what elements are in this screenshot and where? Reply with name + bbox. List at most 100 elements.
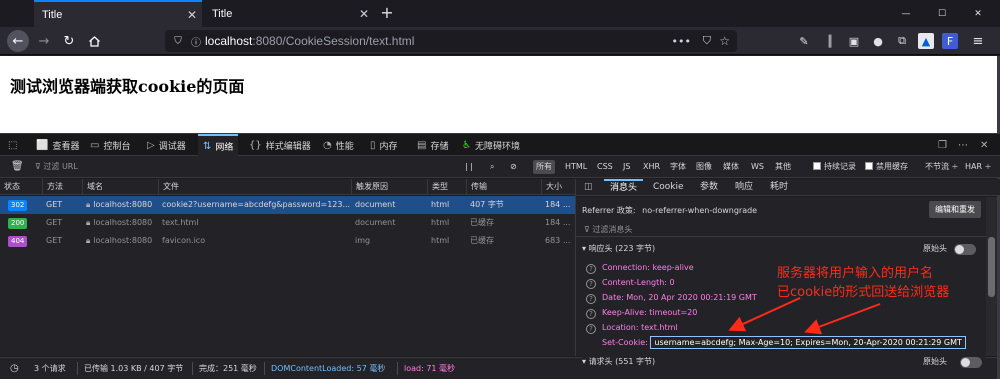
table-row[interactable]: 302 GET 🔒︎ localhost:8080 cookie2?usernam… xyxy=(0,196,575,214)
request-domain: 🔒︎ localhost:8080 xyxy=(86,200,153,209)
tab-memory[interactable]: ▯ 内存 xyxy=(370,134,398,156)
inspector-pick-icon[interactable]: ⬚ xyxy=(8,134,21,156)
tab-performance[interactable]: ◔ 性能 xyxy=(323,134,354,156)
filter-ws[interactable]: WS xyxy=(748,160,767,174)
devtools-close-icon[interactable]: ✕ xyxy=(980,134,992,156)
filter-images[interactable]: 图像 xyxy=(693,160,715,174)
request-domain: 🔒︎ localhost:8080 xyxy=(86,218,153,227)
devtools-menu-icon[interactable]: ⋯ xyxy=(958,134,972,156)
raw-headers-toggle[interactable] xyxy=(954,244,976,255)
lock-icon: 🔒︎ xyxy=(86,236,91,245)
home-icon[interactable] xyxy=(83,30,105,52)
url-bar[interactable]: ⛉ ⓘ localhost:8080/CookieSession/text.ht… xyxy=(165,30,737,52)
tools-icon[interactable]: ✎ xyxy=(796,33,812,49)
scrollbar-thumb[interactable] xyxy=(988,237,995,297)
request-method: GET xyxy=(46,200,63,209)
table-row[interactable]: 200 GET 🔒︎ localhost:8080 text.html docum… xyxy=(0,214,575,232)
request-headers-section[interactable]: ▾ 请求头 (551 字节) 原始头 xyxy=(582,355,986,369)
filter-media[interactable]: 媒体 xyxy=(720,160,742,174)
annotation-line-1: 服务器将用户输入的用户名 xyxy=(777,266,934,281)
dock-icon[interactable]: ❐ xyxy=(938,134,951,156)
reload-icon[interactable]: ↻ xyxy=(58,30,80,52)
tab-timings[interactable]: 耗时 xyxy=(770,179,788,195)
disable-cache-checkbox[interactable]: 禁用缓存 xyxy=(862,160,911,174)
col-cause[interactable]: 触发原因 xyxy=(351,179,427,195)
col-type[interactable]: 类型 xyxy=(427,179,466,195)
filter-css[interactable]: CSS xyxy=(594,160,616,174)
trash-icon[interactable]: 🗑 xyxy=(8,160,27,174)
details-scrollbar[interactable] xyxy=(986,197,997,356)
col-status[interactable]: 状态 xyxy=(0,179,42,195)
throttling-select[interactable]: 不节流 ÷ xyxy=(922,160,961,174)
close-tab-icon[interactable]: ✕ xyxy=(354,7,374,21)
filter-html[interactable]: HTML xyxy=(562,160,590,174)
col-transferred[interactable]: 传输 xyxy=(466,179,541,195)
storage-icon: ▤ xyxy=(417,139,427,151)
bookmark-star-icon[interactable]: ☆ xyxy=(719,34,730,48)
shield-icon[interactable]: ⛉ xyxy=(169,36,187,47)
tab-style-editor[interactable]: {} 样式编辑器 xyxy=(249,134,311,156)
status-badge: 200 xyxy=(8,218,28,229)
tab-debugger[interactable]: ▷ 调试器 xyxy=(147,134,186,156)
filter-url-input[interactable]: ⊽ 过滤 URL xyxy=(32,160,81,174)
tab-network[interactable]: ⇅ 网络 xyxy=(198,134,239,156)
tab-title: Title xyxy=(212,7,233,20)
tab-headers[interactable]: 消息头 xyxy=(604,179,644,195)
col-size[interactable]: 大小 xyxy=(541,179,575,195)
har-menu[interactable]: HAR ÷ xyxy=(962,160,994,174)
browser-tab-2[interactable]: Title ✕ xyxy=(204,0,374,27)
filter-all[interactable]: 所有 xyxy=(533,160,555,174)
request-size: 184 ... xyxy=(545,218,571,227)
tab-response[interactable]: 响应 xyxy=(735,179,753,195)
network-icon: ⇅ xyxy=(203,140,212,152)
header-row[interactable]: ? Keep-Alive: timeout=20 xyxy=(576,305,986,320)
filter-headers-input[interactable]: ⊽ 过滤消息头 xyxy=(576,222,986,237)
new-tab-icon[interactable]: + xyxy=(377,3,397,22)
extension-f-icon[interactable]: F xyxy=(942,33,958,49)
more-actions-icon[interactable]: ••• xyxy=(672,35,691,48)
tab-params[interactable]: 参数 xyxy=(700,179,718,195)
col-domain[interactable]: 域名 xyxy=(82,179,158,195)
block-icon[interactable]: ⊘ xyxy=(507,160,520,174)
request-size: 683 ... xyxy=(545,236,571,245)
search-icon[interactable]: ⌕ xyxy=(487,160,497,174)
extension-icon[interactable]: ⧉ xyxy=(894,33,910,49)
header-row[interactable]: ? Location: text.html xyxy=(576,320,986,335)
tab-inspector[interactable]: ⬜ 查看器 xyxy=(36,134,79,156)
set-cookie-row[interactable]: Set-Cookie: username=abcdefg; Max-Age=10… xyxy=(576,335,986,350)
extension-blue-icon[interactable]: ▲ xyxy=(918,33,934,49)
filter-js[interactable]: JS xyxy=(620,160,633,174)
browser-tab-1[interactable]: Title ✕ xyxy=(34,0,202,27)
help-icon: ? xyxy=(586,264,596,274)
info-icon[interactable]: ⓘ xyxy=(187,34,205,49)
menu-icon[interactable]: ≡ xyxy=(970,33,986,49)
persist-log-checkbox[interactable]: 持续记录 xyxy=(810,160,859,174)
filter-xhr[interactable]: XHR xyxy=(640,160,663,174)
library-icon[interactable]: ║ xyxy=(822,33,838,49)
tab-accessibility[interactable]: ♿ 无障碍环境 xyxy=(462,134,520,156)
pause-button[interactable]: | | xyxy=(462,160,476,174)
sidebar-toggle-icon[interactable]: ◫ xyxy=(584,179,593,195)
filter-fonts[interactable]: 字体 xyxy=(667,160,689,174)
inspector-icon: ⬜ xyxy=(36,139,49,151)
tab-storage[interactable]: ▤ 存储 xyxy=(417,134,448,156)
tab-console[interactable]: ▭ 控制台 xyxy=(90,134,130,156)
filter-other[interactable]: 其他 xyxy=(772,160,794,174)
raw-request-headers-toggle[interactable] xyxy=(960,357,982,368)
performance-analysis-icon[interactable]: ◷ xyxy=(10,358,19,379)
edit-resend-button[interactable]: 编辑和重发 xyxy=(929,201,981,218)
annotation-line-2: 已cookie的形式回送给浏览器 xyxy=(777,285,950,300)
maximize-icon[interactable]: ☐ xyxy=(924,0,960,27)
back-icon[interactable]: ← xyxy=(7,30,29,52)
pocket-icon[interactable]: ⛉ xyxy=(703,34,711,48)
account-icon[interactable]: ● xyxy=(870,33,886,49)
sidebar-icon[interactable]: ▣ xyxy=(846,33,862,49)
forward-icon[interactable]: → xyxy=(33,30,55,52)
col-file[interactable]: 文件 xyxy=(158,179,351,195)
col-method[interactable]: 方法 xyxy=(42,179,82,195)
close-window-icon[interactable]: ✕ xyxy=(960,0,996,27)
close-tab-icon[interactable]: ✕ xyxy=(182,8,202,22)
tab-cookies[interactable]: Cookie xyxy=(653,179,684,195)
table-row[interactable]: 404 GET 🔒︎ localhost:8080 favicon.ico img… xyxy=(0,232,575,250)
minimize-icon[interactable]: — xyxy=(888,0,924,27)
